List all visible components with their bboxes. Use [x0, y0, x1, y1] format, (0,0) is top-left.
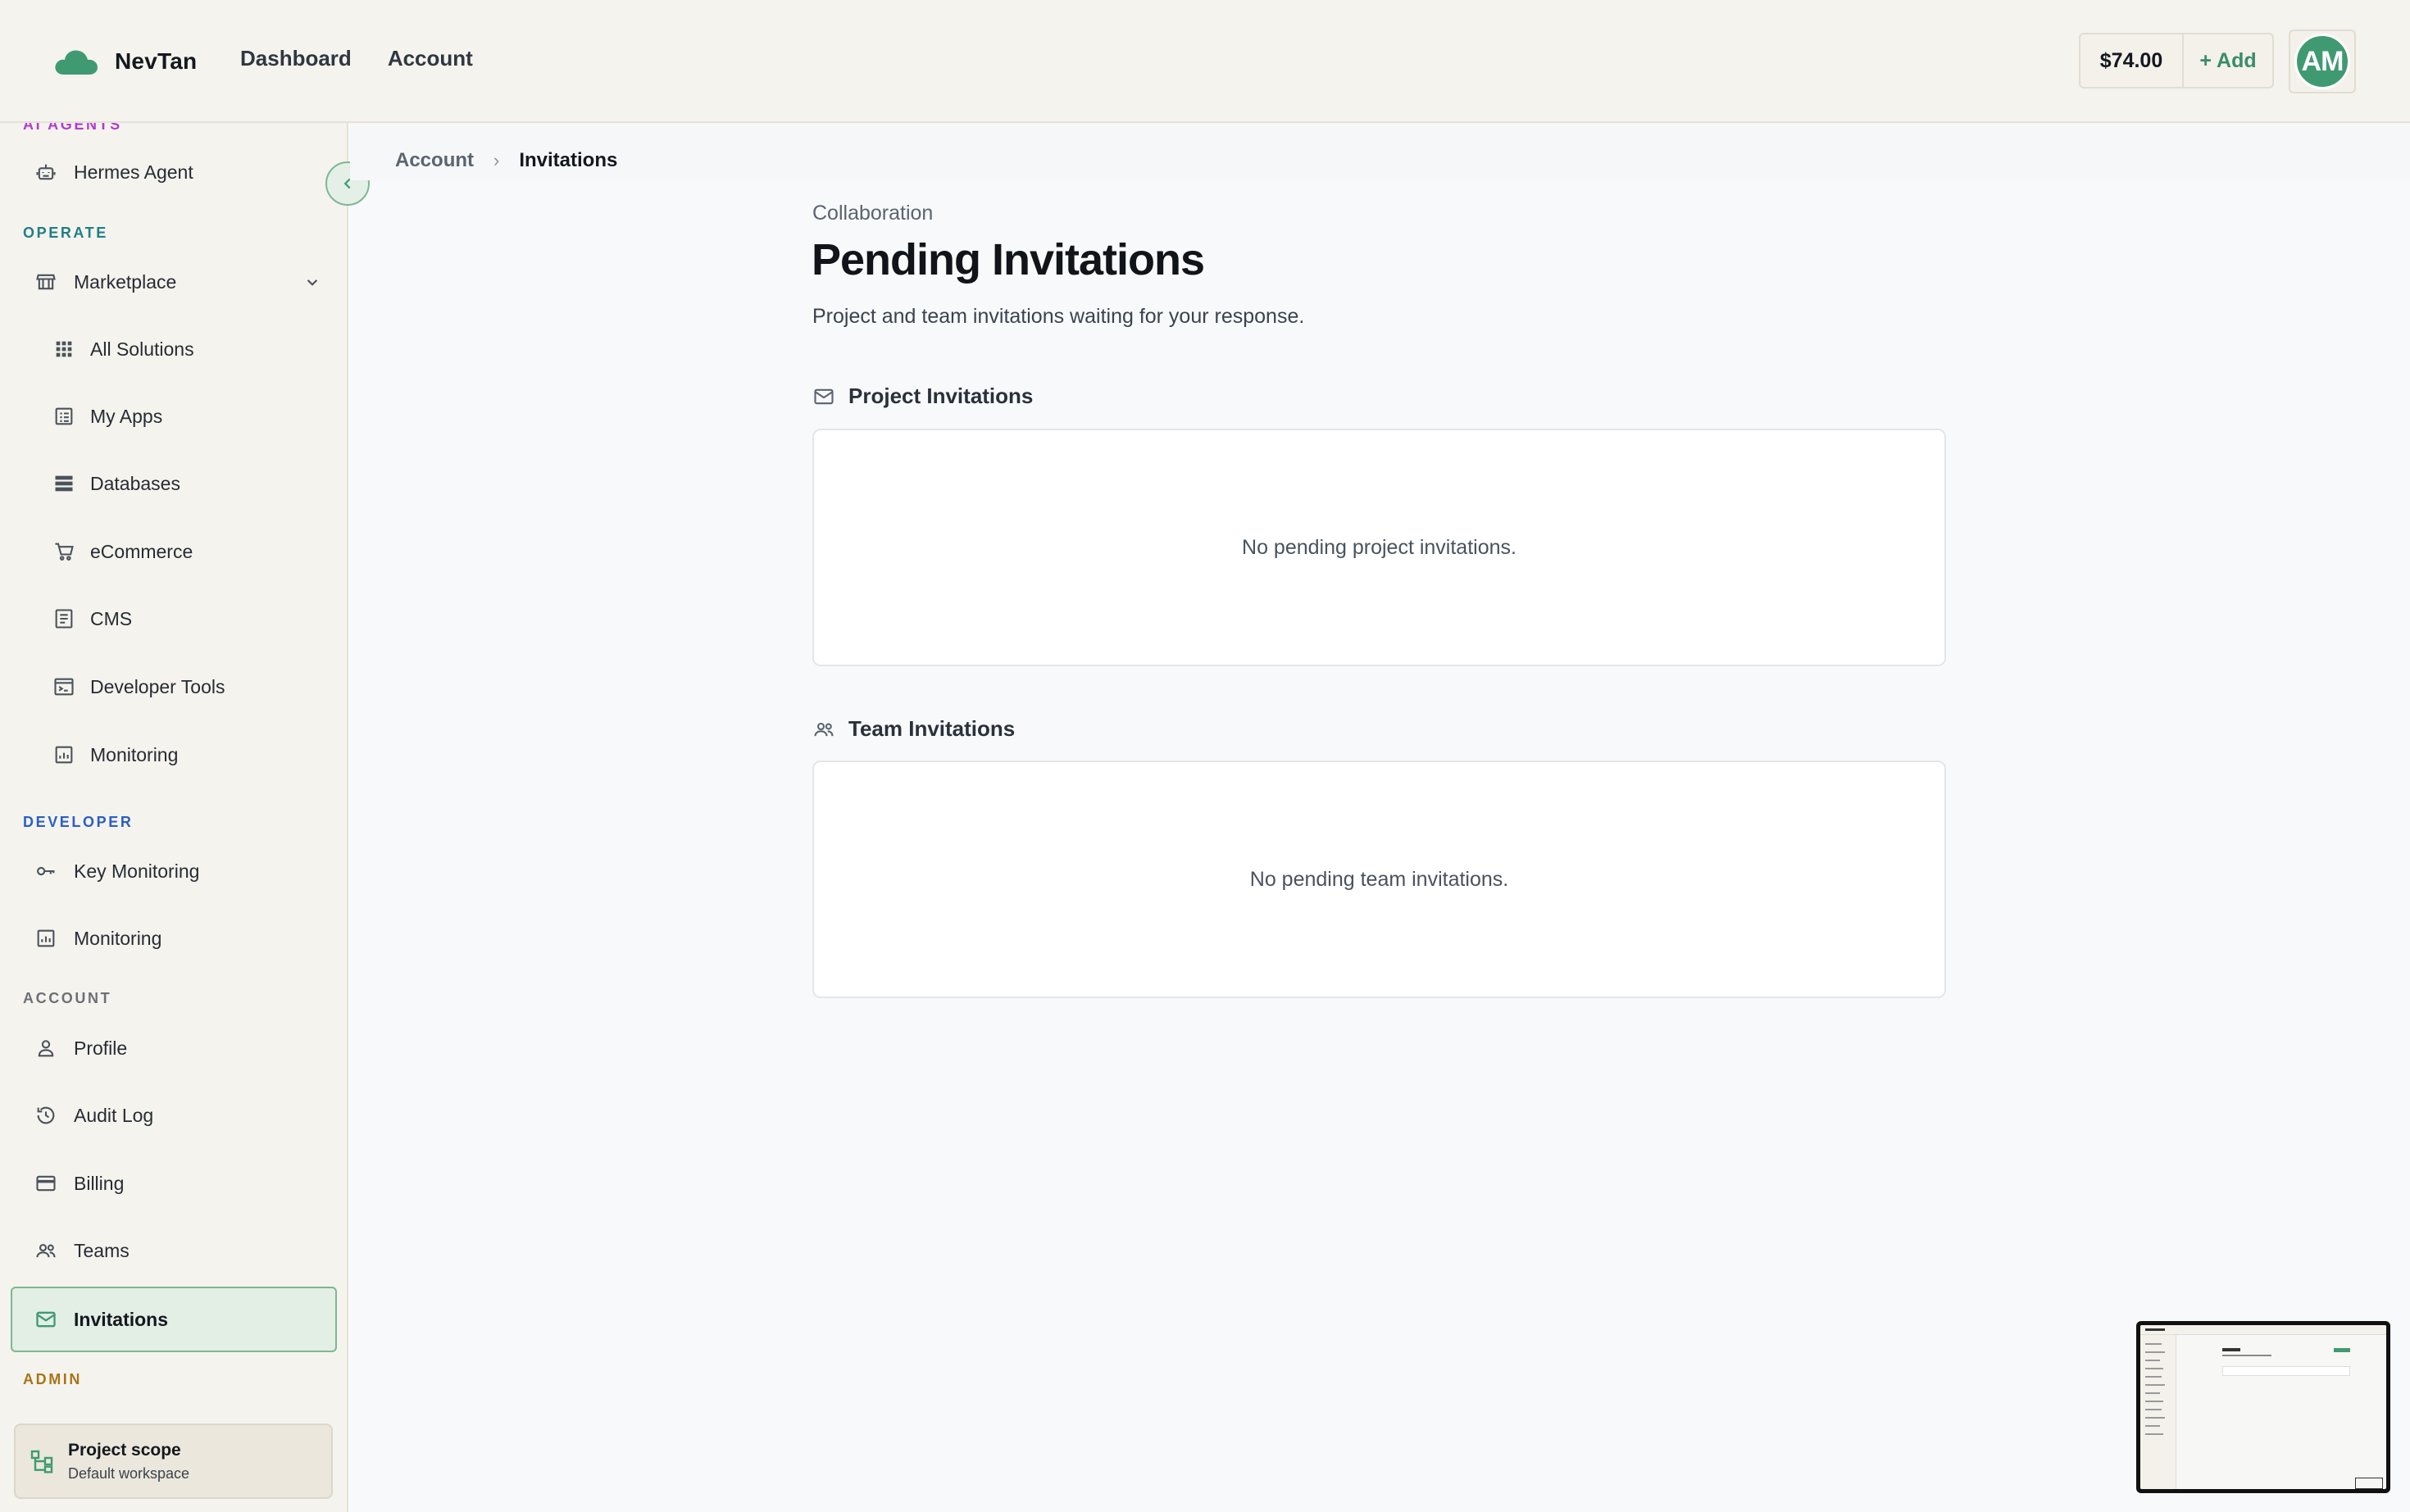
sidebar-item-ecommerce[interactable]: eCommerce	[51, 527, 193, 576]
sidebar-item-my-apps[interactable]: My Apps	[51, 392, 162, 441]
nav-account[interactable]: Account	[388, 46, 473, 71]
sidebar-item-databases[interactable]: Databases	[51, 459, 180, 508]
team-invitations-card: No pending team invitations.	[812, 761, 1946, 998]
section-label-developer: DEVELOPER	[23, 814, 134, 830]
sidebar-item-hermes-agent[interactable]: Hermes Agent	[33, 148, 193, 197]
chart-icon	[33, 925, 59, 951]
brand-name: NevTan	[115, 48, 198, 74]
terminal-icon	[51, 674, 77, 700]
scope-title: Project scope	[68, 1440, 181, 1460]
add-credit-button[interactable]: + Add	[2184, 34, 2272, 87]
credit-card-icon	[33, 1170, 59, 1196]
sidebar-item-label: Databases	[90, 472, 180, 494]
sidebar-item-label: My Apps	[90, 405, 163, 427]
mail-icon	[814, 388, 834, 404]
balance-amount: $74.00	[2080, 34, 2184, 87]
sidebar-item-label: Marketplace	[74, 270, 177, 293]
section-title: Team Invitations	[848, 716, 1016, 741]
page-title: Pending Invitations	[812, 235, 1205, 284]
sidebar-item-label: CMS	[90, 607, 133, 629]
sidebar-item-label: Billing	[74, 1172, 125, 1194]
document-icon	[51, 606, 77, 632]
sidebar-item-label: Monitoring	[90, 743, 179, 765]
brand[interactable]: NevTan	[52, 41, 197, 82]
sidebar-item-marketplace[interactable]: Marketplace	[33, 257, 176, 306]
user-menu-button[interactable]: AM	[2289, 30, 2356, 93]
sidebar-item-developer-tools[interactable]: Developer Tools	[51, 662, 225, 711]
breadcrumb: Account › Invitations	[395, 149, 617, 172]
cloud-logo-icon	[55, 50, 98, 75]
breadcrumb-bar	[350, 123, 2410, 180]
sidebar-item-billing[interactable]: Billing	[33, 1159, 124, 1208]
sidebar-item-label: Profile	[74, 1037, 128, 1059]
section-label-account: ACCOUNT	[23, 990, 112, 1006]
breadcrumb-separator-icon: ›	[493, 150, 500, 170]
sidebar-item-invitations[interactable]: Invitations	[33, 1295, 168, 1344]
sidebar-item-key-monitoring[interactable]: Key Monitoring	[33, 847, 199, 896]
sidebar-item-all-solutions[interactable]: All Solutions	[51, 325, 194, 374]
sidebar-item-label: Invitations	[74, 1308, 169, 1330]
top-bar: NevTan Dashboard Account $74.00 + Add AM	[0, 0, 2410, 123]
apps-list-icon	[51, 403, 77, 429]
users-icon	[814, 722, 834, 736]
breadcrumb-current: Invitations	[519, 149, 618, 171]
project-invitations-card: No pending project invitations.	[812, 429, 1946, 666]
grid-icon	[51, 336, 77, 362]
sidebar-item-label: Monitoring	[74, 927, 162, 949]
project-invitations-heading: Project Invitations	[812, 384, 1033, 409]
sidebar-item-label: Teams	[74, 1239, 130, 1261]
chevron-down-icon[interactable]	[302, 271, 323, 293]
sidebar: AI AGENTS Hermes Agent OPERATE Marketpla…	[0, 123, 348, 1512]
sidebar-item-profile[interactable]: Profile	[33, 1024, 127, 1073]
page-eyebrow: Collaboration	[812, 202, 934, 225]
sidebar-item-cms[interactable]: CMS	[51, 594, 132, 643]
team-invitations-heading: Team Invitations	[812, 716, 1015, 742]
sidebar-item-label: Developer Tools	[90, 675, 225, 697]
sidebar-item-label: All Solutions	[90, 338, 194, 360]
mail-icon	[33, 1306, 59, 1333]
sidebar-item-monitoring-operate[interactable]: Monitoring	[51, 730, 178, 779]
screen-preview-thumbnail[interactable]	[2136, 1321, 2390, 1493]
section-label-ai-agents: AI AGENTS	[23, 123, 122, 133]
sidebar-item-label: Hermes Agent	[74, 161, 193, 183]
sidebar-item-label: Audit Log	[74, 1104, 154, 1126]
store-icon	[33, 269, 59, 295]
avatar: AM	[2294, 34, 2350, 89]
chart-icon	[51, 742, 77, 768]
preview-screen	[2140, 1325, 2386, 1489]
nav-dashboard[interactable]: Dashboard	[240, 46, 352, 71]
section-title: Project Invitations	[848, 384, 1034, 408]
sidebar-item-audit-log[interactable]: Audit Log	[33, 1091, 153, 1140]
breadcrumb-account-link[interactable]: Account	[395, 149, 474, 172]
users-icon	[33, 1237, 59, 1264]
empty-state-text: No pending project invitations.	[1242, 535, 1516, 559]
sidebar-item-monitoring-developer[interactable]: Monitoring	[33, 914, 161, 963]
sidebar-item-label: eCommerce	[90, 540, 193, 562]
user-icon	[33, 1035, 59, 1061]
sidebar-item-teams[interactable]: Teams	[33, 1226, 130, 1275]
credit-widget: $74.00 + Add	[2079, 33, 2274, 89]
section-label-operate: OPERATE	[23, 225, 108, 241]
hierarchy-icon	[30, 1450, 53, 1473]
top-nav: Dashboard Account	[240, 46, 473, 71]
history-icon	[33, 1102, 59, 1128]
cart-icon	[51, 538, 77, 565]
section-label-admin: ADMIN	[23, 1371, 82, 1387]
robot-icon	[33, 159, 59, 185]
project-scope-selector[interactable]: Project scope Default workspace	[14, 1423, 333, 1499]
key-icon	[33, 858, 59, 884]
sidebar-item-label: Key Monitoring	[74, 860, 200, 882]
database-icon	[51, 470, 77, 497]
scope-subtitle: Default workspace	[68, 1464, 190, 1482]
empty-state-text: No pending team invitations.	[1249, 867, 1509, 891]
page-subtitle: Project and team invitations waiting for…	[812, 305, 1305, 328]
